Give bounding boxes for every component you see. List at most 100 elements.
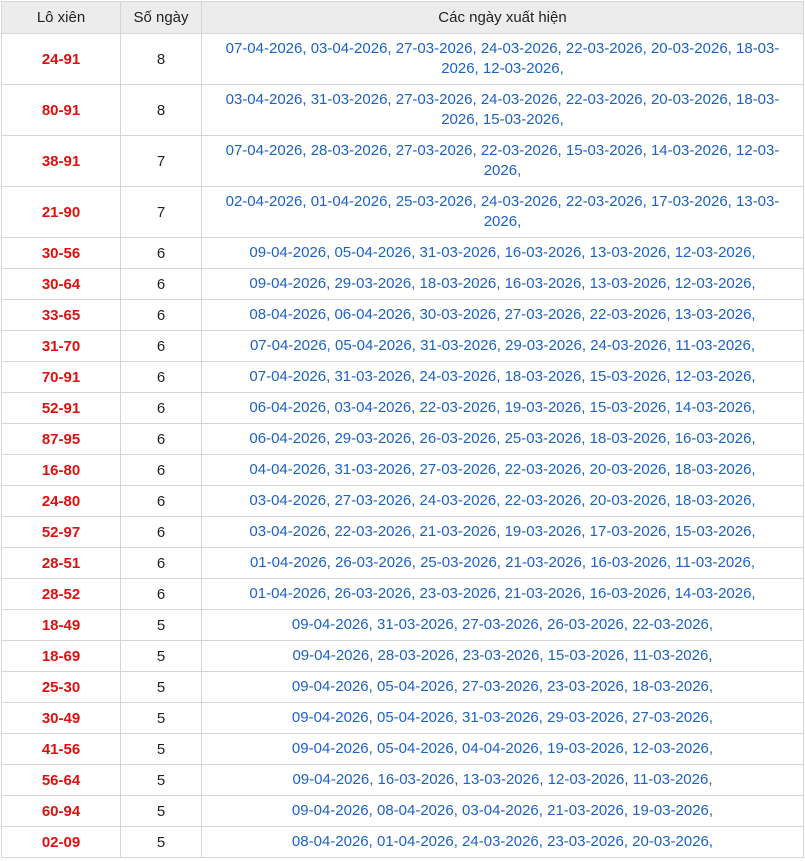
table-row: 38-91 7 07-04-2026, 28-03-2026, 27-03-20… <box>1 135 804 187</box>
pair-cell: 87-95 <box>1 423 121 455</box>
dates-cell: 09-04-2026, 16-03-2026, 13-03-2026, 12-0… <box>201 764 804 796</box>
pair-cell: 18-69 <box>1 640 121 672</box>
days-cell: 7 <box>120 186 202 238</box>
dates-cell: 07-04-2026, 31-03-2026, 24-03-2026, 18-0… <box>201 361 804 393</box>
dates-cell: 03-04-2026, 22-03-2026, 21-03-2026, 19-0… <box>201 516 804 548</box>
pair-cell: 30-56 <box>1 237 121 269</box>
pair-cell: 24-91 <box>1 33 121 85</box>
days-cell: 6 <box>120 547 202 579</box>
days-cell: 7 <box>120 135 202 187</box>
table-row: 24-91 8 07-04-2026, 03-04-2026, 27-03-20… <box>1 33 804 85</box>
table-row: 28-51 6 01-04-2026, 26-03-2026, 25-03-20… <box>1 547 804 579</box>
pair-cell: 21-90 <box>1 186 121 238</box>
table-row: 33-65 6 08-04-2026, 06-04-2026, 30-03-20… <box>1 299 804 331</box>
days-cell: 6 <box>120 516 202 548</box>
pair-cell: 31-70 <box>1 330 121 362</box>
dates-cell: 03-04-2026, 27-03-2026, 24-03-2026, 22-0… <box>201 485 804 517</box>
dates-cell: 07-04-2026, 05-04-2026, 31-03-2026, 29-0… <box>201 330 804 362</box>
pair-cell: 30-64 <box>1 268 121 300</box>
header-days: Số ngày <box>120 1 202 34</box>
table-row: 52-91 6 06-04-2026, 03-04-2026, 22-03-20… <box>1 392 804 424</box>
days-cell: 6 <box>120 268 202 300</box>
table-row: 25-30 5 09-04-2026, 05-04-2026, 27-03-20… <box>1 671 804 703</box>
days-cell: 5 <box>120 702 202 734</box>
days-cell: 5 <box>120 640 202 672</box>
pair-cell: 60-94 <box>1 795 121 827</box>
table-row: 30-64 6 09-04-2026, 29-03-2026, 18-03-20… <box>1 268 804 300</box>
days-cell: 6 <box>120 578 202 610</box>
pair-cell: 16-80 <box>1 454 121 486</box>
dates-cell: 09-04-2026, 08-04-2026, 03-04-2026, 21-0… <box>201 795 804 827</box>
dates-cell: 01-04-2026, 26-03-2026, 25-03-2026, 21-0… <box>201 547 804 579</box>
table-row: 52-97 6 03-04-2026, 22-03-2026, 21-03-20… <box>1 516 804 548</box>
pair-cell: 28-51 <box>1 547 121 579</box>
days-cell: 6 <box>120 454 202 486</box>
dates-cell: 09-04-2026, 05-04-2026, 31-03-2026, 29-0… <box>201 702 804 734</box>
page: Lô xiên Số ngày Các ngày xuất hiện 24-91… <box>0 0 805 861</box>
pair-cell: 25-30 <box>1 671 121 703</box>
pair-cell: 56-64 <box>1 764 121 796</box>
pair-cell: 30-49 <box>1 702 121 734</box>
table-row: 21-90 7 02-04-2026, 01-04-2026, 25-03-20… <box>1 186 804 238</box>
pair-cell: 18-49 <box>1 609 121 641</box>
table-row: 70-91 6 07-04-2026, 31-03-2026, 24-03-20… <box>1 361 804 393</box>
lo-xien-table: Lô xiên Số ngày Các ngày xuất hiện 24-91… <box>1 1 804 858</box>
dates-cell: 07-04-2026, 03-04-2026, 27-03-2026, 24-0… <box>201 33 804 85</box>
dates-cell: 08-04-2026, 06-04-2026, 30-03-2026, 27-0… <box>201 299 804 331</box>
table-row: 24-80 6 03-04-2026, 27-03-2026, 24-03-20… <box>1 485 804 517</box>
table-row: 30-56 6 09-04-2026, 05-04-2026, 31-03-20… <box>1 237 804 269</box>
dates-cell: 03-04-2026, 31-03-2026, 27-03-2026, 24-0… <box>201 84 804 136</box>
days-cell: 6 <box>120 361 202 393</box>
pair-cell: 33-65 <box>1 299 121 331</box>
header-pair: Lô xiên <box>1 1 121 34</box>
dates-cell: 06-04-2026, 03-04-2026, 22-03-2026, 19-0… <box>201 392 804 424</box>
dates-cell: 07-04-2026, 28-03-2026, 27-03-2026, 22-0… <box>201 135 804 187</box>
table-row: 56-64 5 09-04-2026, 16-03-2026, 13-03-20… <box>1 764 804 796</box>
table-row: 60-94 5 09-04-2026, 08-04-2026, 03-04-20… <box>1 795 804 827</box>
pair-cell: 52-91 <box>1 392 121 424</box>
dates-cell: 06-04-2026, 29-03-2026, 26-03-2026, 25-0… <box>201 423 804 455</box>
pair-cell: 24-80 <box>1 485 121 517</box>
header-dates: Các ngày xuất hiện <box>201 1 804 34</box>
dates-cell: 09-04-2026, 05-04-2026, 27-03-2026, 23-0… <box>201 671 804 703</box>
days-cell: 8 <box>120 84 202 136</box>
days-cell: 5 <box>120 733 202 765</box>
days-cell: 6 <box>120 485 202 517</box>
days-cell: 5 <box>120 764 202 796</box>
table-row: 30-49 5 09-04-2026, 05-04-2026, 31-03-20… <box>1 702 804 734</box>
table-row: 41-56 5 09-04-2026, 05-04-2026, 04-04-20… <box>1 733 804 765</box>
days-cell: 6 <box>120 330 202 362</box>
dates-cell: 02-04-2026, 01-04-2026, 25-03-2026, 24-0… <box>201 186 804 238</box>
dates-cell: 08-04-2026, 01-04-2026, 24-03-2026, 23-0… <box>201 826 804 858</box>
pair-cell: 02-09 <box>1 826 121 858</box>
days-cell: 5 <box>120 609 202 641</box>
days-cell: 8 <box>120 33 202 85</box>
days-cell: 6 <box>120 423 202 455</box>
table-row: 80-91 8 03-04-2026, 31-03-2026, 27-03-20… <box>1 84 804 136</box>
pair-cell: 41-56 <box>1 733 121 765</box>
days-cell: 6 <box>120 299 202 331</box>
days-cell: 5 <box>120 826 202 858</box>
days-cell: 5 <box>120 795 202 827</box>
days-cell: 6 <box>120 392 202 424</box>
dates-cell: 04-04-2026, 31-03-2026, 27-03-2026, 22-0… <box>201 454 804 486</box>
days-cell: 5 <box>120 671 202 703</box>
pair-cell: 38-91 <box>1 135 121 187</box>
pair-cell: 70-91 <box>1 361 121 393</box>
dates-cell: 09-04-2026, 29-03-2026, 18-03-2026, 16-0… <box>201 268 804 300</box>
table-row: 87-95 6 06-04-2026, 29-03-2026, 26-03-20… <box>1 423 804 455</box>
table-row: 18-69 5 09-04-2026, 28-03-2026, 23-03-20… <box>1 640 804 672</box>
dates-cell: 09-04-2026, 05-04-2026, 31-03-2026, 16-0… <box>201 237 804 269</box>
dates-cell: 09-04-2026, 05-04-2026, 04-04-2026, 19-0… <box>201 733 804 765</box>
pair-cell: 28-52 <box>1 578 121 610</box>
table-row: 02-09 5 08-04-2026, 01-04-2026, 24-03-20… <box>1 826 804 858</box>
dates-cell: 09-04-2026, 28-03-2026, 23-03-2026, 15-0… <box>201 640 804 672</box>
table-row: 16-80 6 04-04-2026, 31-03-2026, 27-03-20… <box>1 454 804 486</box>
table-row: 18-49 5 09-04-2026, 31-03-2026, 27-03-20… <box>1 609 804 641</box>
pair-cell: 52-97 <box>1 516 121 548</box>
table-header-row: Lô xiên Số ngày Các ngày xuất hiện <box>1 1 804 34</box>
table-row: 28-52 6 01-04-2026, 26-03-2026, 23-03-20… <box>1 578 804 610</box>
table-row: 31-70 6 07-04-2026, 05-04-2026, 31-03-20… <box>1 330 804 362</box>
dates-cell: 01-04-2026, 26-03-2026, 23-03-2026, 21-0… <box>201 578 804 610</box>
dates-cell: 09-04-2026, 31-03-2026, 27-03-2026, 26-0… <box>201 609 804 641</box>
